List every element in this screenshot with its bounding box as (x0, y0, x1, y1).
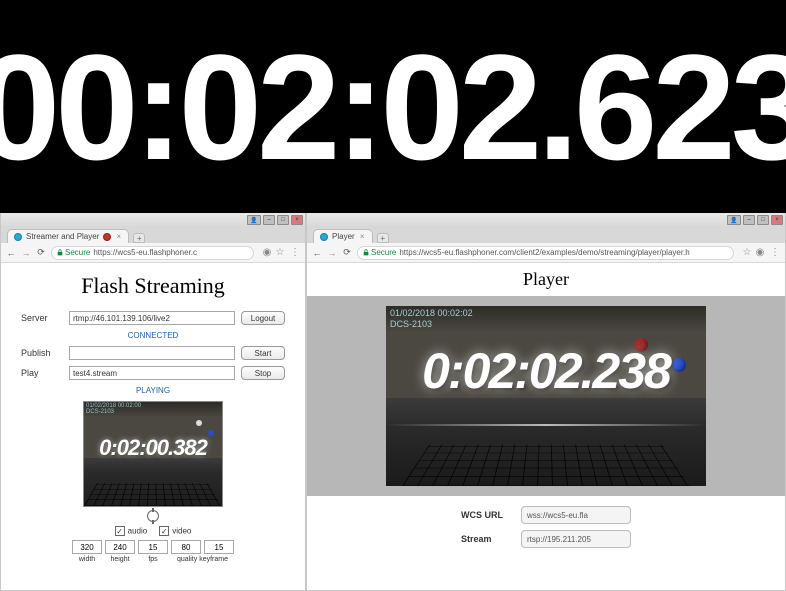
start-button[interactable]: Start (241, 346, 285, 360)
audio-checkbox[interactable]: ✓audio (115, 526, 148, 536)
wcs-url-input[interactable] (521, 506, 631, 524)
globe-icon[interactable]: ◉ (755, 248, 765, 258)
height-input[interactable] (105, 540, 135, 554)
tab-close-button[interactable]: × (115, 233, 122, 240)
window-streamer-player: 👤 ‒ □ × Streamer and Player × + ← → ⟳ Se… (0, 213, 306, 591)
titlebar: 👤 ‒ □ × (1, 213, 305, 227)
tab-active[interactable]: Streamer and Player × (7, 229, 129, 243)
reload-icon[interactable]: ⟳ (342, 248, 352, 258)
loading-icon (147, 510, 159, 522)
quality-keyframe-label: quality keyframe (171, 556, 234, 563)
window-maximize-button[interactable]: □ (277, 215, 289, 225)
reload-icon[interactable]: ⟳ (36, 248, 46, 258)
forward-icon[interactable]: → (21, 248, 31, 258)
reference-clock: 00:02:02.623 (0, 0, 786, 213)
address-bar: ← → ⟳ Secure https://wcs5-eu.flashphoner… (307, 243, 785, 263)
window-maximize-button[interactable]: □ (757, 215, 769, 225)
page-content: Flash Streaming Server Logout CONNECTED … (1, 263, 305, 590)
window-close-button[interactable]: × (291, 215, 303, 225)
reference-clock-text: 00:02:02.623 (0, 32, 786, 182)
stream-label: Stream (461, 534, 511, 544)
tab-active[interactable]: Player × (313, 229, 373, 243)
window-close-button[interactable]: × (771, 215, 783, 225)
url-text: https://wcs5-eu.flashphoner.com/client2/… (399, 248, 689, 257)
video-overlay-meta: 01/02/2018 00:02:00 DCS-2103 (84, 402, 222, 416)
publish-input[interactable] (69, 346, 235, 360)
star-icon[interactable]: ☆ (275, 248, 285, 258)
video-container: 01/02/2018 00:02:02 DCS-2103 0:02:02.238 (307, 296, 785, 496)
server-label: Server (21, 313, 63, 323)
page-title: Player (307, 263, 785, 296)
menu-icon[interactable]: ⋮ (290, 248, 300, 258)
favicon-icon (14, 233, 22, 241)
keyboard-graphic (84, 458, 222, 506)
tab-strip: Player × + (307, 227, 785, 243)
fps-input[interactable] (138, 540, 168, 554)
video-preview: 01/02/2018 00:02:02 DCS-2103 0:02:02.238 (386, 306, 706, 486)
url-text: https://wcs5-eu.flashphoner.c (93, 248, 197, 257)
new-tab-button[interactable]: + (133, 233, 145, 243)
page-title: Flash Streaming (21, 273, 285, 299)
lock-icon (363, 249, 369, 256)
publish-label: Publish (21, 348, 63, 358)
video-checkbox[interactable]: ✓video (159, 526, 191, 536)
logout-button[interactable]: Logout (241, 311, 285, 325)
window-player: 👤 ‒ □ × Player × + ← → ⟳ Secure https://… (306, 213, 786, 591)
play-input[interactable] (69, 366, 235, 380)
quality-input[interactable] (171, 540, 201, 554)
titlebar: 👤 ‒ □ × (307, 213, 785, 227)
tab-title: Streamer and Player (26, 232, 99, 241)
play-label: Play (21, 368, 63, 378)
tab-strip: Streamer and Player × + (1, 227, 305, 243)
video-timestamp: 0:02:02.238 (386, 342, 706, 400)
page-content: Player 01/02/2018 00:02:02 DCS-2103 0:02… (307, 263, 785, 590)
video-overlay-meta: 01/02/2018 00:02:02 DCS-2103 (386, 306, 706, 332)
favicon-icon (320, 233, 328, 241)
new-tab-button[interactable]: + (377, 233, 389, 243)
url-input[interactable]: Secure https://wcs5-eu.flashphoner.com/c… (357, 246, 734, 260)
av-checkboxes: ✓audio ✓video (21, 526, 285, 536)
keyboard-graphic (386, 398, 706, 486)
fps-label: fps (138, 556, 168, 563)
width-input[interactable] (72, 540, 102, 554)
window-user-icon[interactable]: 👤 (727, 215, 741, 225)
video-timestamp: 0:02:00.382 (83, 435, 223, 461)
tab-title: Player (332, 232, 355, 241)
lock-icon (57, 249, 63, 256)
stop-button[interactable]: Stop (241, 366, 285, 380)
server-input[interactable] (69, 311, 235, 325)
url-input[interactable]: Secure https://wcs5-eu.flashphoner.c (51, 246, 254, 260)
window-minimize-button[interactable]: ‒ (743, 215, 755, 225)
recording-icon (103, 233, 111, 241)
status-connected: CONNECTED (21, 331, 285, 340)
wcs-url-label: WCS URL (461, 510, 511, 520)
back-icon[interactable]: ← (6, 248, 16, 258)
stream-input[interactable] (521, 530, 631, 548)
video-preview: 01/02/2018 00:02:00 DCS-2103 0:02:00.382 (83, 401, 223, 507)
status-playing: PLAYING (21, 386, 285, 395)
forward-icon[interactable]: → (327, 248, 337, 258)
back-icon[interactable]: ← (312, 248, 322, 258)
tab-close-button[interactable]: × (359, 233, 366, 240)
secure-indicator: Secure (363, 248, 396, 257)
window-user-icon[interactable]: 👤 (247, 215, 261, 225)
width-label: width (72, 556, 102, 563)
ball-white (196, 420, 202, 426)
secure-indicator: Secure (57, 248, 90, 257)
address-bar: ← → ⟳ Secure https://wcs5-eu.flashphoner… (1, 243, 305, 263)
keyframe-input[interactable] (204, 540, 234, 554)
globe-icon[interactable]: ◉ (262, 248, 272, 258)
height-label: height (105, 556, 135, 563)
star-icon[interactable]: ☆ (742, 248, 752, 258)
menu-icon[interactable]: ⋮ (770, 248, 780, 258)
window-minimize-button[interactable]: ‒ (263, 215, 275, 225)
